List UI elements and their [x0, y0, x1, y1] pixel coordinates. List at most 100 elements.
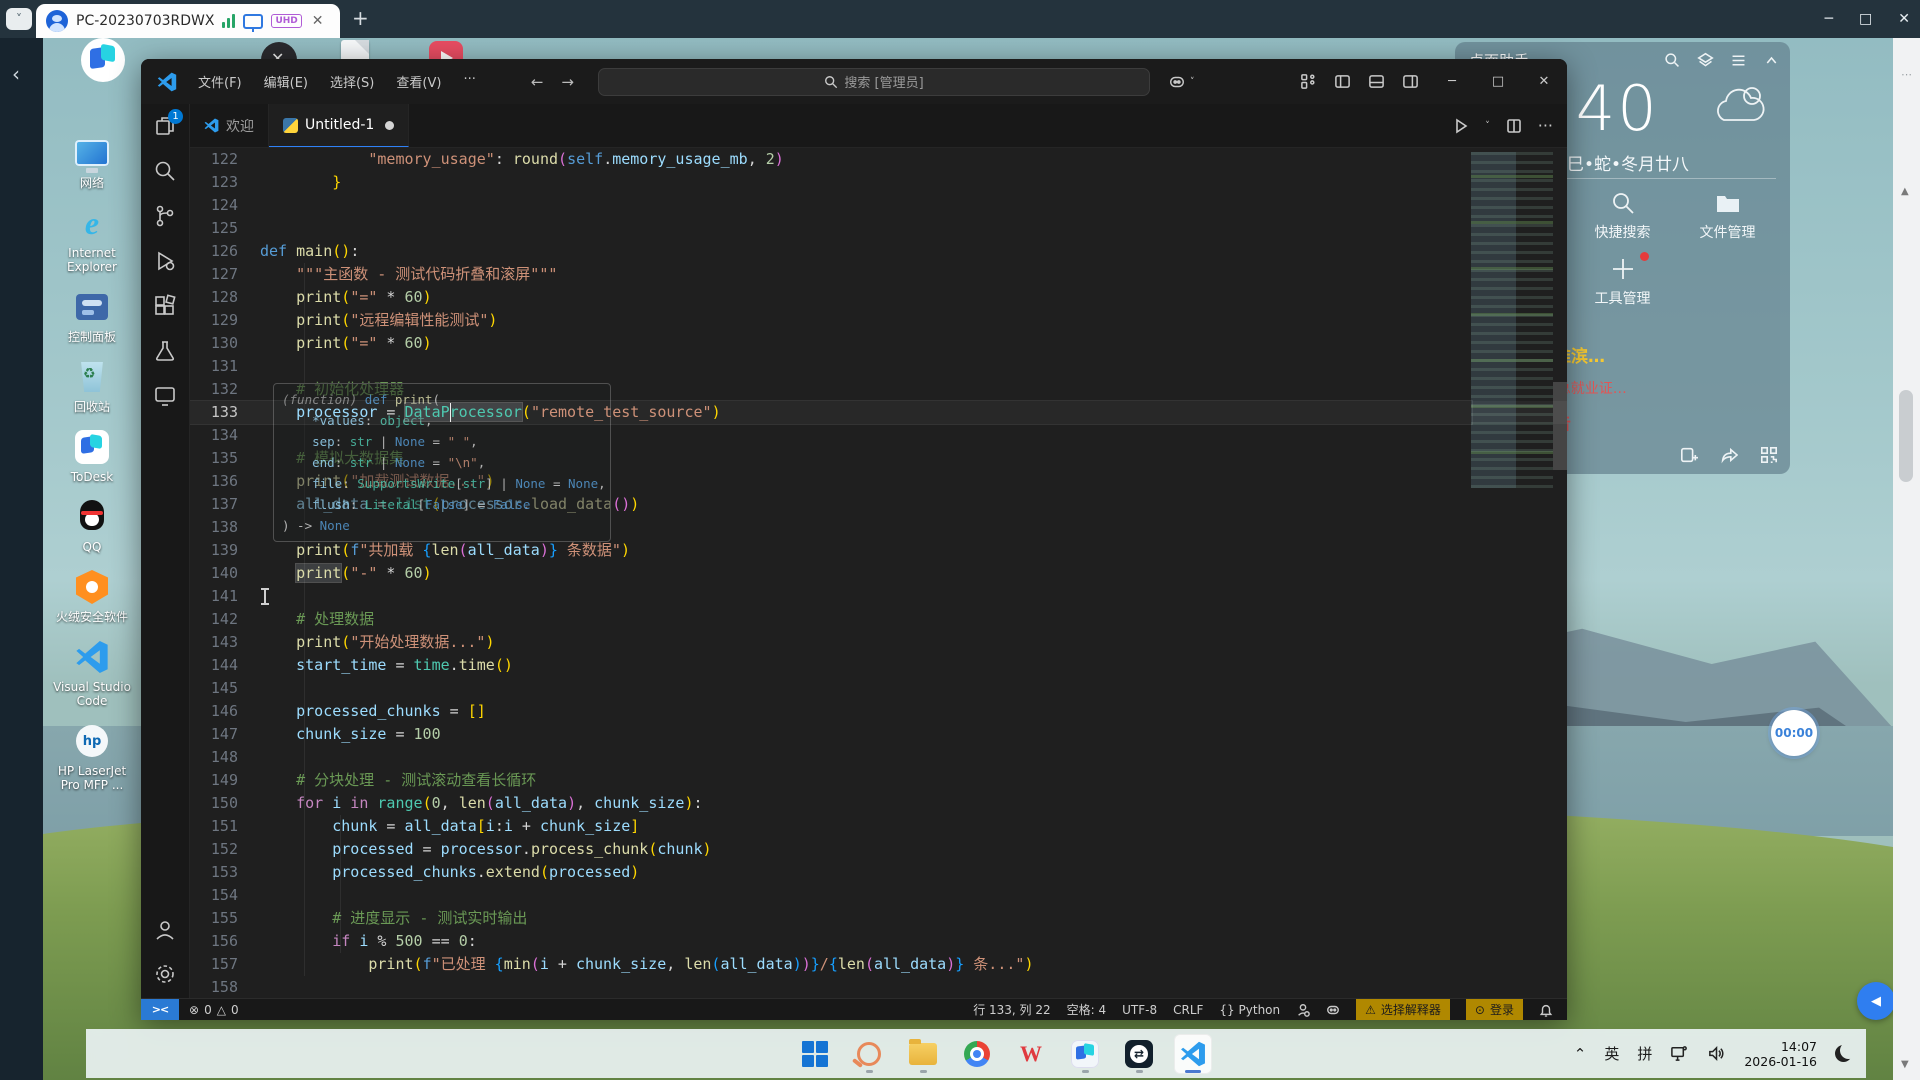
shortcut-file-manager[interactable]: 文件管理: [1675, 190, 1780, 242]
desktop-icon-vscode[interactable]: Visual Studio Code: [49, 638, 135, 708]
menu-file[interactable]: 文件(F): [189, 68, 251, 95]
desktop-icon-network[interactable]: 网络: [49, 134, 135, 190]
line-number[interactable]: 139: [190, 539, 260, 562]
vscode-maximize-button[interactable]: □: [1475, 59, 1521, 104]
qr-code-icon[interactable]: [1760, 446, 1778, 464]
line-number[interactable]: 122: [190, 148, 260, 171]
line-number[interactable]: 129: [190, 309, 260, 332]
code-line[interactable]: 126def main():: [190, 240, 1567, 263]
menu-selection[interactable]: 选择(S): [321, 68, 383, 95]
code-line[interactable]: 158: [190, 976, 1567, 998]
search-icon[interactable]: [1664, 52, 1681, 69]
code-line[interactable]: 127 """主函数 - 测试代码折叠和滚屏""": [190, 263, 1567, 286]
line-number[interactable]: 151: [190, 815, 260, 838]
line-number[interactable]: 133: [190, 401, 260, 424]
start-button[interactable]: [796, 1034, 834, 1074]
network-tray-icon[interactable]: [1670, 1044, 1689, 1063]
volume-tray-icon[interactable]: [1707, 1044, 1726, 1063]
drag-handle-icon[interactable]: ⋯: [1901, 68, 1912, 81]
tab-welcome[interactable]: 欢迎: [190, 104, 269, 147]
code-line[interactable]: 129 print("远程编辑性能测试"): [190, 309, 1567, 332]
collapse-chip[interactable]: ˅: [6, 8, 32, 30]
cursor-position[interactable]: 行 133, 列 22: [973, 1001, 1050, 1018]
run-python-file-icon[interactable]: [1453, 118, 1469, 134]
scroll-thumb[interactable]: [1899, 390, 1913, 482]
code-line[interactable]: 148: [190, 746, 1567, 769]
menu-view[interactable]: 查看(V): [387, 68, 450, 95]
code-line[interactable]: 123 }: [190, 171, 1567, 194]
app-minimize-button[interactable]: ─: [1825, 11, 1833, 27]
vscode-minimize-button[interactable]: ─: [1429, 59, 1475, 104]
code-line[interactable]: 155 # 进度显示 - 测试实时输出: [190, 907, 1567, 930]
code-line[interactable]: 143 print("开始处理数据..."): [190, 631, 1567, 654]
session-timer-bubble[interactable]: 00:00: [1771, 710, 1817, 756]
toggle-panel-icon[interactable]: [1368, 73, 1385, 90]
line-number[interactable]: 157: [190, 953, 260, 976]
unsaved-dot-icon[interactable]: [385, 121, 394, 130]
line-number[interactable]: 128: [190, 286, 260, 309]
split-editor-icon[interactable]: [1506, 118, 1522, 134]
indent-setting[interactable]: 空格: 4: [1067, 1001, 1107, 1018]
taskbar-search[interactable]: [850, 1034, 888, 1074]
taskbar-chrome[interactable]: [958, 1034, 996, 1074]
app-close-button[interactable]: ✕: [1898, 11, 1910, 27]
line-number[interactable]: 158: [190, 976, 260, 998]
activitybar-explorer[interactable]: 1: [153, 114, 177, 138]
toggle-sidebar-right-icon[interactable]: [1402, 73, 1419, 90]
taskbar-todesk[interactable]: [1066, 1034, 1104, 1074]
line-number[interactable]: 126: [190, 240, 260, 263]
line-number[interactable]: 155: [190, 907, 260, 930]
code-line[interactable]: 153 processed_chunks.extend(processed): [190, 861, 1567, 884]
copilot-menu[interactable]: ˅: [1168, 73, 1195, 91]
problems-status[interactable]: ⊗0 △0: [189, 1003, 239, 1017]
notifications-bell-icon[interactable]: [1539, 1003, 1553, 1017]
activitybar-remote-explorer-icon[interactable]: [153, 384, 177, 408]
line-number[interactable]: 132: [190, 378, 260, 401]
taskbar-file-explorer[interactable]: [904, 1034, 942, 1074]
desktop-icon-qq[interactable]: QQ: [49, 498, 135, 554]
code-line[interactable]: 157 print(f"已处理 {min(i + chunk_size, len…: [190, 953, 1567, 976]
layers-icon[interactable]: [1697, 52, 1714, 69]
editor-more-actions-icon[interactable]: ···: [1538, 116, 1553, 135]
python-status-icon[interactable]: [1296, 1003, 1310, 1017]
taskbar-teamviewer[interactable]: ⇄: [1120, 1034, 1158, 1074]
tray-expand-icon[interactable]: ⌃: [1574, 1045, 1587, 1063]
activitybar-run-debug-icon[interactable]: [153, 249, 177, 273]
viewport-scrollbar[interactable]: ⋯ ▲ ▼: [1893, 38, 1920, 1080]
line-number[interactable]: 152: [190, 838, 260, 861]
code-line[interactable]: 140 print("-" * 60): [190, 562, 1567, 585]
eol-setting[interactable]: CRLF: [1173, 1003, 1203, 1017]
menu-edit[interactable]: 编辑(E): [255, 68, 317, 95]
line-number[interactable]: 144: [190, 654, 260, 677]
desktop-icon-huorong[interactable]: 火绒安全软件: [49, 568, 135, 624]
nav-back-icon[interactable]: ←: [531, 73, 544, 91]
code-line[interactable]: 145: [190, 677, 1567, 700]
settings-gear-icon[interactable]: [153, 962, 177, 986]
desktop-icon-hp-printer[interactable]: hp HP LaserJet Pro MFP ...: [49, 722, 135, 792]
code-line[interactable]: 144 start_time = time.time(): [190, 654, 1567, 677]
code-line[interactable]: 122 "memory_usage": round(self.memory_us…: [190, 148, 1567, 171]
code-line[interactable]: 151 chunk = all_data[i:i + chunk_size]: [190, 815, 1567, 838]
code-line[interactable]: 154: [190, 884, 1567, 907]
code-line[interactable]: 149 # 分块处理 - 测试滚动查看长循环: [190, 769, 1567, 792]
scroll-up-icon[interactable]: ▲: [1901, 186, 1909, 197]
line-number[interactable]: 138: [190, 516, 260, 539]
minimap[interactable]: [1471, 152, 1553, 488]
line-number[interactable]: 150: [190, 792, 260, 815]
line-number[interactable]: 146: [190, 700, 260, 723]
customize-layout-icon[interactable]: [1300, 73, 1317, 90]
line-number[interactable]: 153: [190, 861, 260, 884]
code-line[interactable]: 142 # 处理数据: [190, 608, 1567, 631]
code-line[interactable]: 150 for i in range(0, len(all_data), chu…: [190, 792, 1567, 815]
code-line[interactable]: 130 print("=" * 60): [190, 332, 1567, 355]
activitybar-testing-icon[interactable]: [153, 339, 177, 363]
line-number[interactable]: 125: [190, 217, 260, 240]
copilot-status-icon[interactable]: [1326, 1003, 1340, 1017]
line-number[interactable]: 134: [190, 424, 260, 447]
app-maximize-button[interactable]: □: [1859, 11, 1872, 27]
code-line[interactable]: 133 processor = DataProcessor("remote_te…: [190, 401, 1567, 424]
desktop-icon-control-panel[interactable]: 控制面板: [49, 288, 135, 344]
code-line[interactable]: 139 print(f"共加载 {len(all_data)} 条数据"): [190, 539, 1567, 562]
taskbar-wps[interactable]: W: [1012, 1034, 1050, 1074]
code-line[interactable]: 124: [190, 194, 1567, 217]
